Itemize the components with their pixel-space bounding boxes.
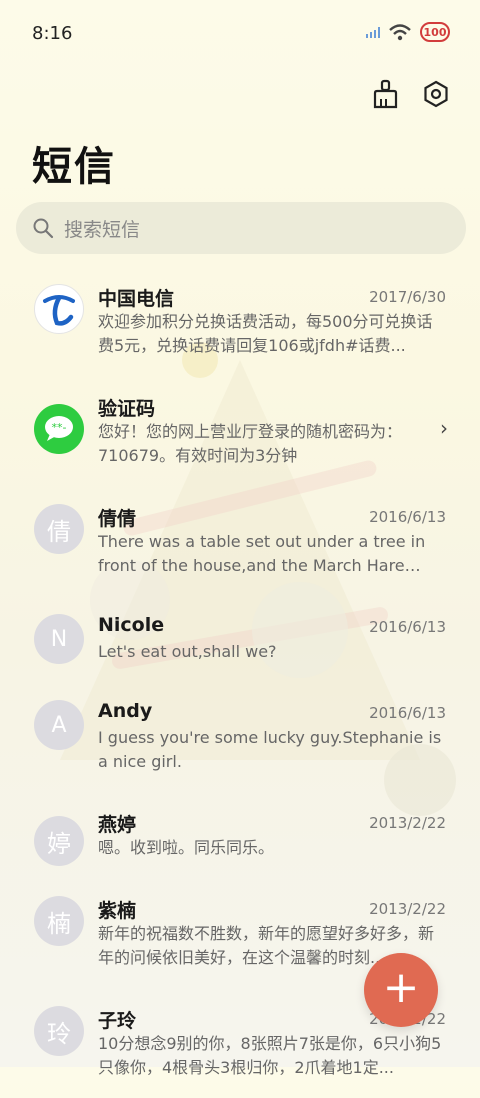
conversation-item[interactable]: 婷 燕婷 2013/2/22 嗯。收到啦。同乐同乐。 (0, 802, 480, 878)
chevron-right-icon[interactable]: › (440, 416, 448, 440)
conversation-date: 2016/6/13 (369, 618, 446, 636)
conversation-preview: 嗯。收到啦。同乐同乐。 (98, 838, 275, 857)
status-time: 8:16 (32, 23, 73, 44)
conversation-name: 中国电信 (98, 288, 175, 310)
avatar: 倩 (34, 504, 84, 554)
settings-button[interactable] (420, 78, 452, 110)
conversation-item[interactable]: A Andy 2016/6/13 I guess you're some luc… (0, 692, 480, 792)
battery-indicator: 100 (420, 22, 450, 42)
status-icons: 100 (366, 22, 450, 42)
message-bubble-icon: **- (45, 416, 73, 441)
avatar: 婷 (34, 816, 84, 866)
search-input[interactable]: 搜索短信 (16, 202, 466, 254)
gear-icon (424, 80, 448, 108)
broom-icon (373, 79, 398, 109)
verification-avatar: **- (34, 404, 84, 454)
conversation-date: 2013/2/22 (369, 900, 446, 918)
conversation-name: 验证码 (98, 398, 156, 420)
svg-text:**-: **- (52, 421, 67, 434)
page-title: 短信 (32, 144, 116, 190)
china-telecom-logo-avatar (34, 284, 84, 334)
status-bar: 8:16 100 (0, 0, 480, 64)
conversation-name: 子玲 (98, 1010, 137, 1032)
conversation-date: 2013/2/22 (369, 814, 446, 832)
search-icon (33, 218, 54, 239)
conversation-item[interactable]: 倩 倩倩 2016/6/13 There was a table set out… (0, 496, 480, 596)
conversation-name: Nicole (98, 614, 165, 636)
conversation-preview: 10分想念9别的你，8张照片7张是你，6只小狗5只像你，4根骨头3根归你，2爪着… (98, 1034, 442, 1077)
avatar: N (34, 614, 84, 664)
telecom-logo-icon (43, 295, 75, 326)
conversation-preview: I guess you're some lucky guy.Stephanie … (98, 728, 442, 771)
new-message-button[interactable]: + (364, 953, 438, 1027)
conversation-date: 2016/6/13 (369, 508, 446, 526)
conversation-item[interactable]: 中国电信 2017/6/30 欢迎参加积分兑换话费活动，每500分可兑换话费5元… (0, 276, 480, 376)
clean-button[interactable] (370, 78, 402, 110)
conversation-name: 倩倩 (98, 508, 137, 530)
conversation-name: Andy (98, 700, 153, 722)
conversation-date: 2016/6/13 (369, 704, 446, 722)
conversation-name: 紫楠 (98, 900, 137, 922)
header-toolbar (370, 78, 452, 110)
conversation-preview: Let's eat out,shall we? (98, 642, 277, 661)
signal-icon (366, 26, 380, 38)
conversation-preview: There was a table set out under a tree i… (98, 532, 426, 575)
conversation-date: 2017/6/30 (369, 288, 446, 306)
conversation-item[interactable]: **- 验证码 您好！您的网上营业厅登录的随机密码为：710679。有效时间为3… (0, 386, 480, 486)
conversation-item[interactable]: N Nicole 2016/6/13 Let's eat out,shall w… (0, 606, 480, 682)
conversation-preview: 欢迎参加积分兑换话费活动，每500分可兑换话费5元，兑换话费请回复106或jfd… (98, 312, 433, 355)
wifi-icon (389, 24, 411, 41)
avatar: 楠 (34, 896, 84, 946)
avatar: 玲 (34, 1006, 84, 1056)
avatar: A (34, 700, 84, 750)
search-placeholder: 搜索短信 (64, 218, 141, 241)
plus-icon: + (382, 962, 420, 1013)
conversation-name: 燕婷 (98, 814, 137, 836)
conversation-preview: 您好！您的网上营业厅登录的随机密码为：710679。有效时间为3分钟 (98, 422, 403, 465)
